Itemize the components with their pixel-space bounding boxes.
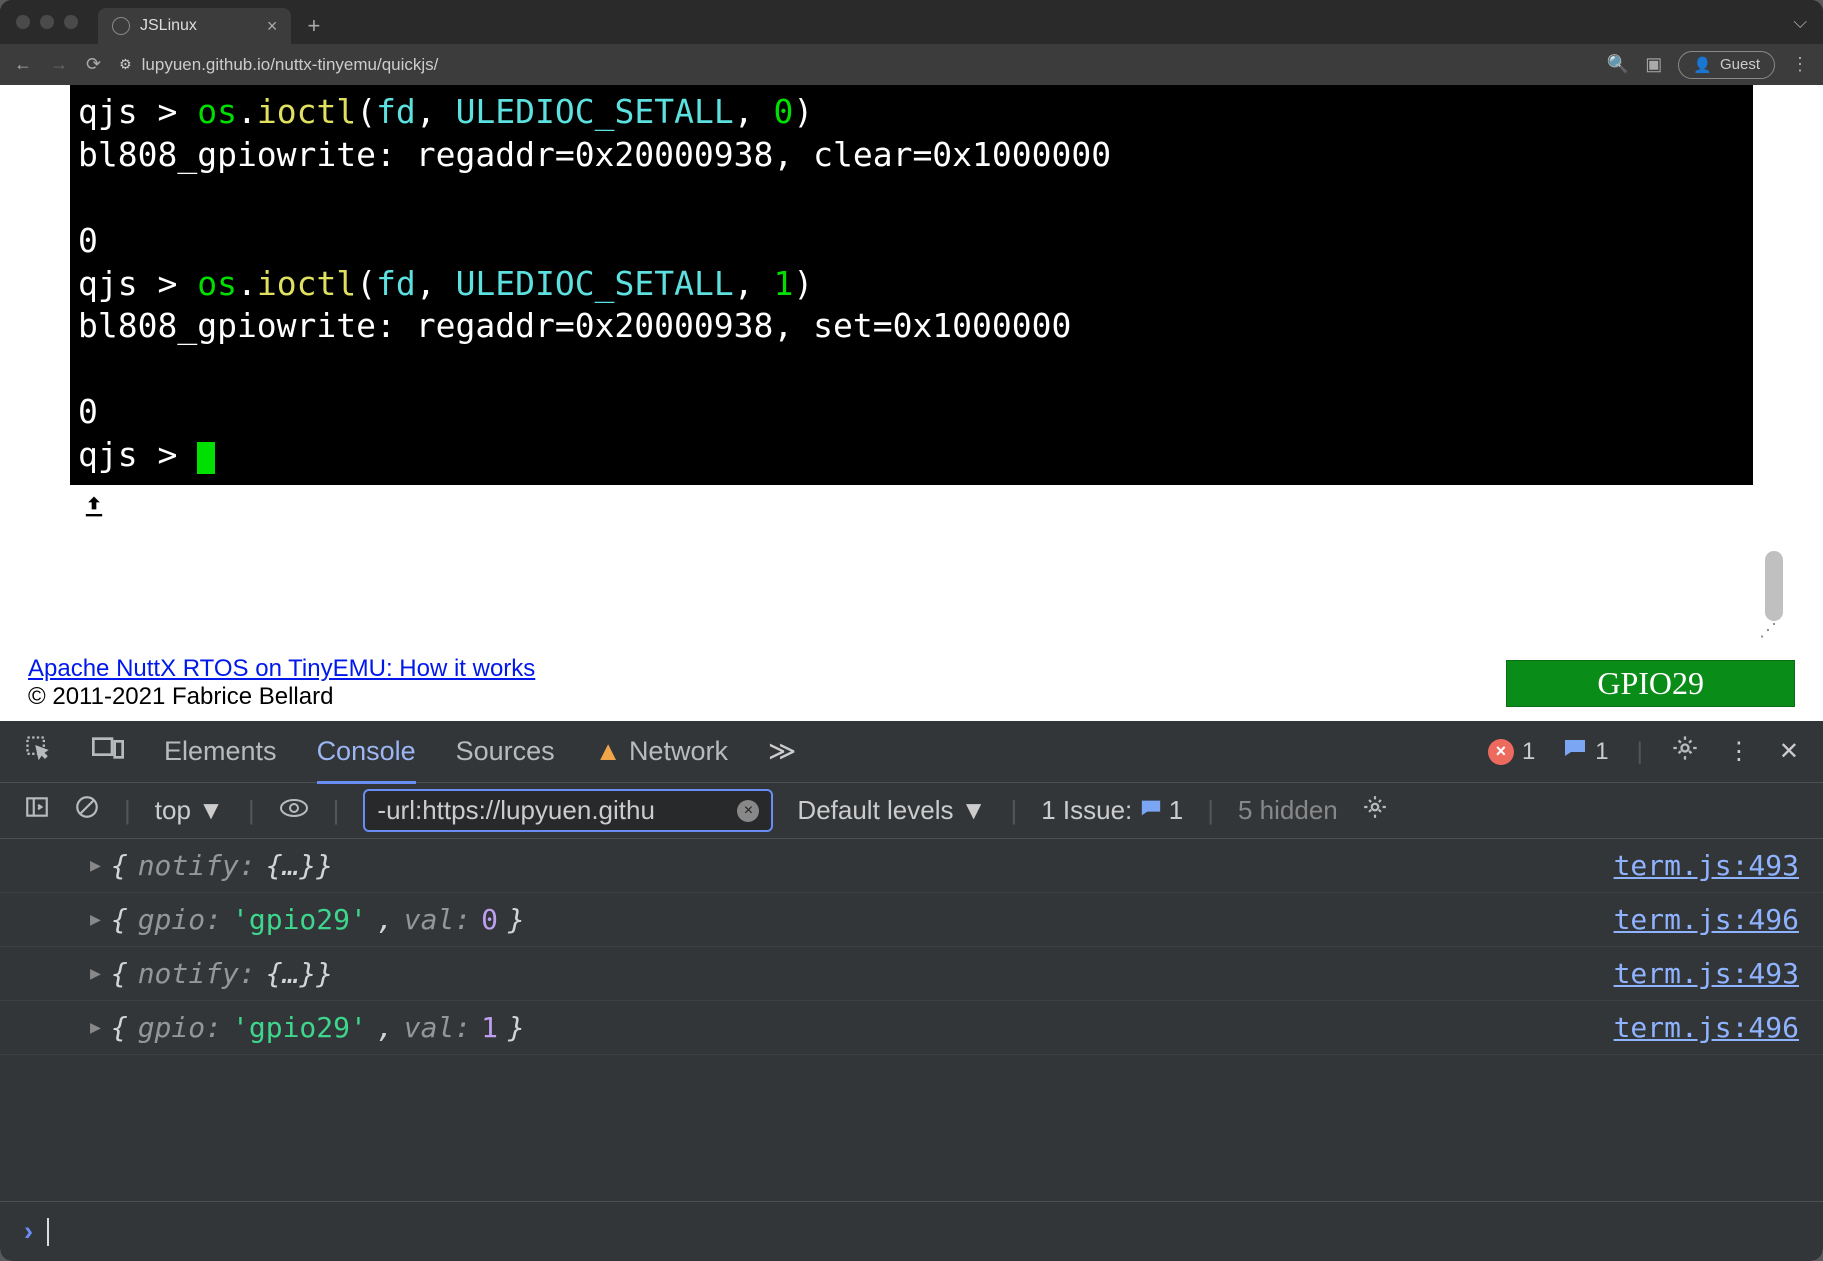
address-bar: ← → ⟳ ⚙ lupyuen.github.io/nuttx-tinyemu/… [0, 44, 1823, 85]
text-cursor [47, 1218, 49, 1246]
panel-icon[interactable]: ▣ [1645, 54, 1662, 75]
titlebar: JSLinux × + ⌵ [0, 0, 1823, 44]
log-source-link[interactable]: term.js:496 [1614, 1011, 1799, 1044]
close-devtools-button[interactable]: ✕ [1779, 737, 1799, 766]
more-tabs-button[interactable]: ≫ [768, 736, 796, 767]
clear-filter-icon[interactable]: × [737, 800, 759, 822]
chevron-right-icon: › [24, 1216, 33, 1247]
person-icon: 👤 [1693, 56, 1712, 74]
log-source-link[interactable]: term.js:496 [1614, 903, 1799, 936]
device-icon[interactable] [92, 734, 124, 769]
tab-elements[interactable]: Elements [164, 736, 277, 767]
page-footer: Apache NuttX RTOS on TinyEMU: How it wor… [0, 645, 1823, 721]
devtools-panel: Elements Console Sources ▲ Network ≫ × 1 [0, 721, 1823, 1261]
log-source-link[interactable]: term.js:493 [1614, 957, 1799, 990]
console-input-row[interactable]: › [0, 1201, 1823, 1261]
message-icon [1140, 795, 1169, 825]
terminal[interactable]: qjs > os.ioctl(fd, ULEDIOC_SETALL, 0) bl… [70, 85, 1753, 485]
copyright-text: © 2011-2021 Fabrice Bellard [28, 683, 333, 710]
tab-network[interactable]: ▲ Network [595, 736, 728, 767]
resize-handle-icon[interactable]: ⋰ [1759, 620, 1777, 641]
page-content: qjs > os.ioctl(fd, ULEDIOC_SETALL, 0) bl… [0, 85, 1823, 1261]
settings-icon[interactable] [1671, 734, 1699, 769]
issues-button[interactable]: 1 Issue: 1 [1041, 795, 1183, 826]
site-settings-icon[interactable]: ⚙ [119, 56, 132, 73]
clear-console-icon[interactable] [74, 794, 100, 827]
browser-tab[interactable]: JSLinux × [98, 8, 291, 44]
live-expression-icon[interactable] [279, 795, 309, 826]
back-button[interactable]: ← [14, 54, 32, 75]
maximize-window-button[interactable] [64, 15, 78, 29]
console-log-row[interactable]: ▶ {notify: {…}}term.js:493 [0, 839, 1823, 893]
browser-window: JSLinux × + ⌵ ← → ⟳ ⚙ lupyuen.github.io/… [0, 0, 1823, 1261]
globe-icon [112, 17, 130, 35]
guest-label: Guest [1720, 56, 1760, 73]
close-tab-button[interactable]: × [267, 16, 278, 37]
devtools-tabs: Elements Console Sources ▲ Network ≫ × 1 [0, 721, 1823, 783]
forward-button[interactable]: → [50, 54, 68, 75]
warning-icon: ▲ [595, 736, 622, 766]
console-log-row[interactable]: ▶ {notify: {…}}term.js:493 [0, 947, 1823, 1001]
console-output[interactable]: ▶ {notify: {…}}term.js:493▶ {gpio: 'gpio… [0, 839, 1823, 1201]
profile-button[interactable]: 👤 Guest [1678, 51, 1775, 79]
window-controls [16, 15, 78, 29]
levels-selector[interactable]: Default levels ▼ [797, 795, 986, 826]
expand-caret-icon[interactable]: ▶ [90, 855, 101, 876]
upload-icon[interactable] [80, 493, 1753, 529]
tab-sources[interactable]: Sources [456, 736, 555, 767]
inspect-icon[interactable] [24, 734, 52, 769]
console-toolbar: | top ▼ | | -url:https://lupyuen.githu ×… [0, 783, 1823, 839]
chevron-down-icon[interactable]: ⌵ [1793, 12, 1807, 33]
expand-caret-icon[interactable]: ▶ [90, 1017, 101, 1038]
error-count[interactable]: × 1 [1488, 738, 1535, 766]
reload-button[interactable]: ⟳ [86, 54, 101, 75]
tab-title: JSLinux [140, 17, 197, 35]
filter-input[interactable]: -url:https://lupyuen.githu × [363, 789, 773, 832]
hidden-count[interactable]: 5 hidden [1238, 795, 1338, 826]
gpio-badge: GPIO29 [1506, 660, 1795, 707]
zoom-icon[interactable]: 🔍 [1607, 54, 1629, 75]
scrollbar-thumb[interactable] [1765, 551, 1783, 621]
sidebar-toggle-icon[interactable] [24, 794, 50, 827]
url-text: lupyuen.github.io/nuttx-tinyemu/quickjs/ [142, 55, 439, 75]
console-log-row[interactable]: ▶ {gpio: 'gpio29', val: 1}term.js:496 [0, 1001, 1823, 1055]
new-tab-button[interactable]: + [307, 13, 320, 39]
console-settings-icon[interactable] [1362, 794, 1388, 827]
close-window-button[interactable] [16, 15, 30, 29]
console-log-row[interactable]: ▶ {gpio: 'gpio29', val: 0}term.js:496 [0, 893, 1823, 947]
context-selector[interactable]: top ▼ [155, 795, 224, 826]
minimize-window-button[interactable] [40, 15, 54, 29]
menu-button[interactable]: ⋮ [1791, 54, 1809, 75]
info-count[interactable]: 1 [1563, 736, 1608, 767]
scrollbar[interactable] [1765, 125, 1783, 605]
kebab-menu-icon[interactable]: ⋮ [1727, 737, 1751, 766]
footer-link[interactable]: Apache NuttX RTOS on TinyEMU: How it wor… [28, 655, 535, 682]
expand-caret-icon[interactable]: ▶ [90, 909, 101, 930]
url-field[interactable]: ⚙ lupyuen.github.io/nuttx-tinyemu/quickj… [119, 55, 1589, 75]
expand-caret-icon[interactable]: ▶ [90, 963, 101, 984]
log-source-link[interactable]: term.js:493 [1614, 849, 1799, 882]
message-icon [1563, 736, 1587, 767]
error-icon: × [1488, 739, 1514, 765]
terminal-container: qjs > os.ioctl(fd, ULEDIOC_SETALL, 0) bl… [0, 85, 1823, 645]
tab-console[interactable]: Console [317, 736, 416, 784]
addrbar-actions: 🔍 ▣ 👤 Guest ⋮ [1607, 51, 1809, 79]
